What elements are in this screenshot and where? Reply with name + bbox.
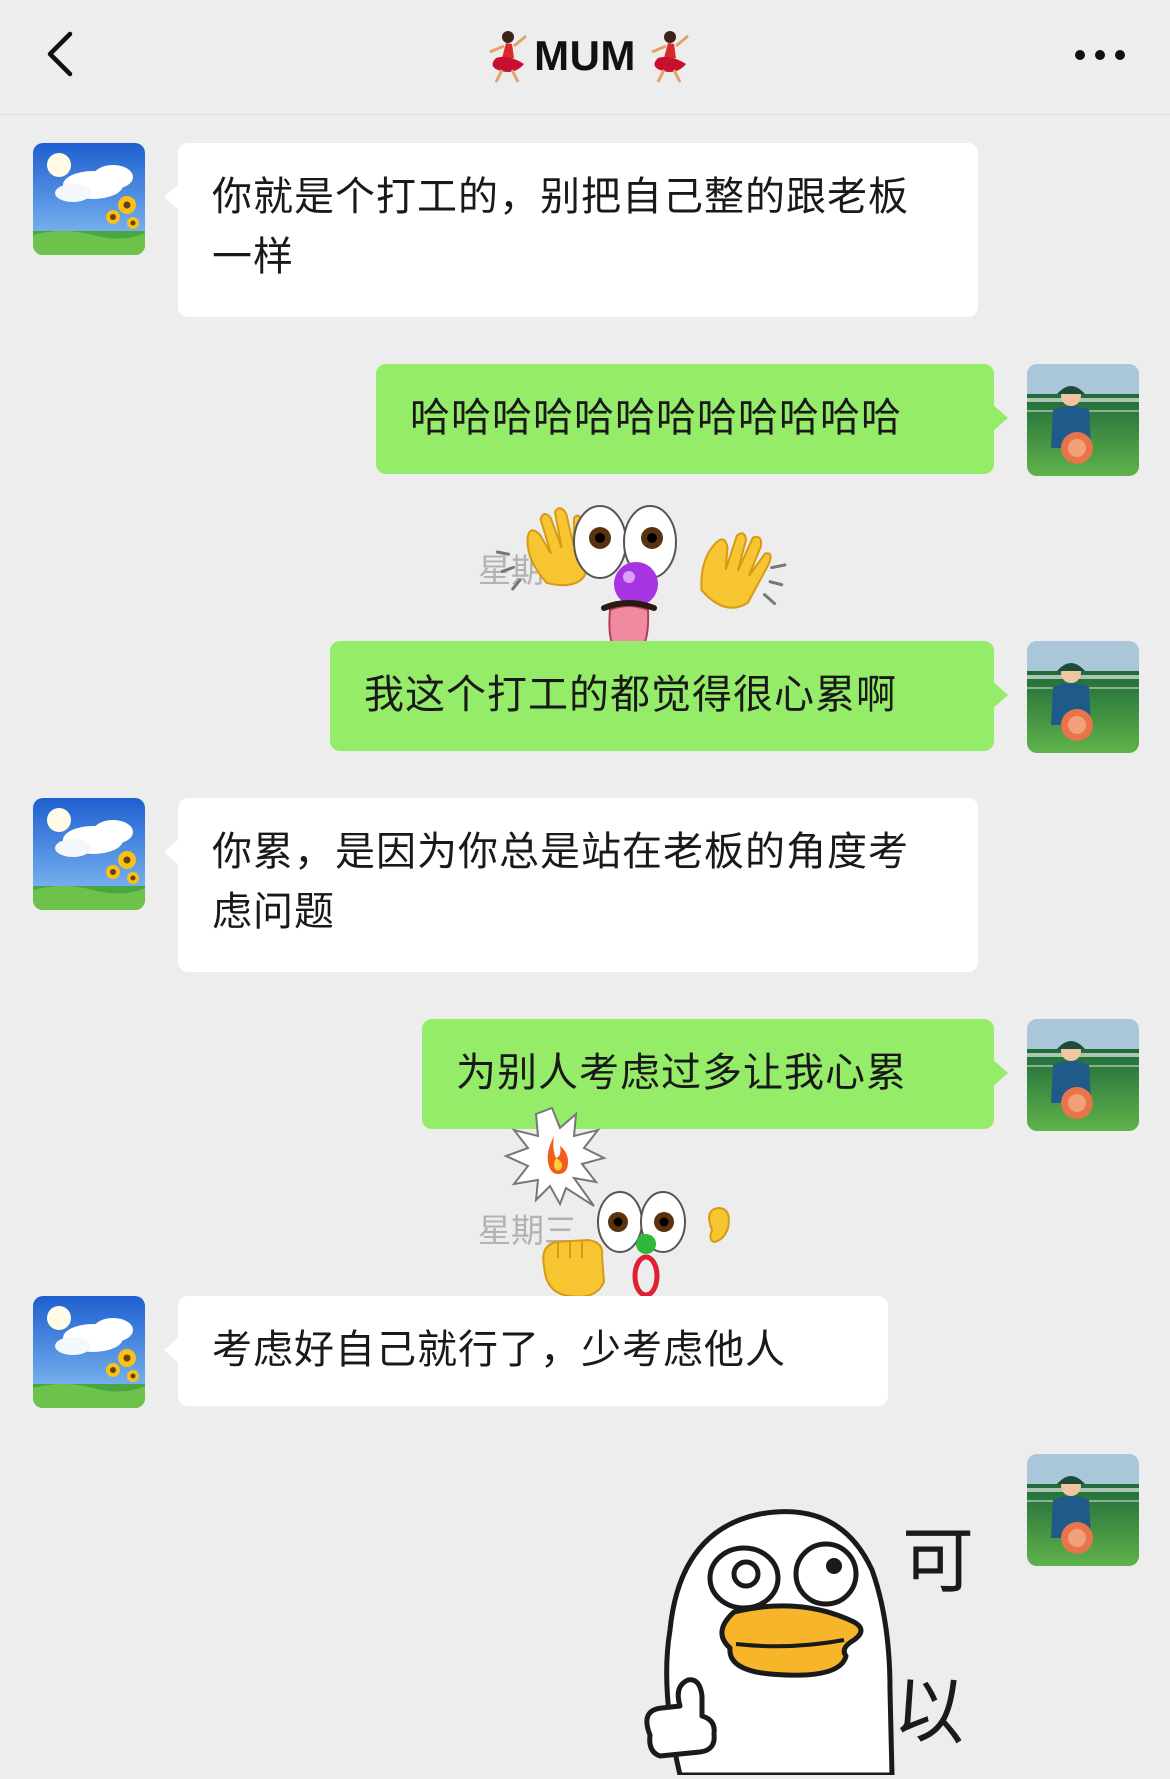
outgoing-message[interactable]: 我这个打工的都觉得很心累啊 [330, 641, 1008, 751]
message-text: 为别人考虑过多让我心累 [456, 1050, 907, 1096]
message-text: 哈哈哈哈哈哈哈哈哈哈哈哈 [410, 395, 902, 441]
contact-avatar[interactable] [33, 143, 145, 255]
duck-sticker-message[interactable]: 可 以 [640, 1490, 1000, 1778]
message-text: 你就是个打工的，别把自己整的跟老板一样 [212, 174, 909, 280]
dancer-emoji-icon [489, 31, 528, 83]
person-on-field-avatar-icon [1027, 641, 1139, 753]
chat-title: MUM [0, 26, 1170, 86]
sunflower-sky-avatar-icon [33, 143, 145, 255]
outgoing-message[interactable]: 哈哈哈哈哈哈哈哈哈哈哈哈 [376, 364, 1008, 474]
my-avatar[interactable] [1027, 641, 1139, 753]
my-avatar[interactable] [1027, 1019, 1139, 1131]
sticker-text-top: 可 [902, 1519, 974, 1603]
sunflower-sky-avatar-icon [33, 1296, 145, 1408]
chat-title-text: MUM [534, 32, 636, 79]
incoming-message[interactable]: 考虑好自己就行了，少考虑他人 [164, 1296, 888, 1406]
message-text: 我这个打工的都觉得很心累啊 [364, 672, 897, 718]
duck-thumbs-up-sticker-icon: 可 以 [644, 1509, 974, 1778]
person-on-field-avatar-icon [1027, 1454, 1139, 1566]
my-avatar[interactable] [1027, 1454, 1139, 1566]
clown-face-sticker-icon [495, 505, 787, 658]
more-options-button[interactable] [1070, 40, 1130, 70]
my-avatar[interactable] [1027, 364, 1139, 476]
fire-punch-sticker-icon [503, 1106, 730, 1298]
person-on-field-avatar-icon [1027, 1019, 1139, 1131]
more-dots-icon [1075, 50, 1125, 60]
contact-avatar[interactable] [33, 798, 145, 910]
message-text: 考虑好自己就行了，少考虑他人 [212, 1327, 786, 1373]
person-on-field-avatar-icon [1027, 364, 1139, 476]
sticker-text-bottom: 以 [891, 1667, 969, 1756]
incoming-message[interactable]: 你就是个打工的，别把自己整的跟老板一样 [164, 143, 978, 317]
chat-header: MUM [0, 0, 1170, 115]
incoming-message[interactable]: 你累，是因为你总是站在老板的角度考虑问题 [164, 798, 978, 972]
dancer-emoji-icon [651, 31, 689, 83]
sunflower-sky-avatar-icon [33, 798, 145, 910]
message-text: 你累，是因为你总是站在老板的角度考虑问题 [212, 829, 909, 935]
contact-avatar[interactable] [33, 1296, 145, 1408]
